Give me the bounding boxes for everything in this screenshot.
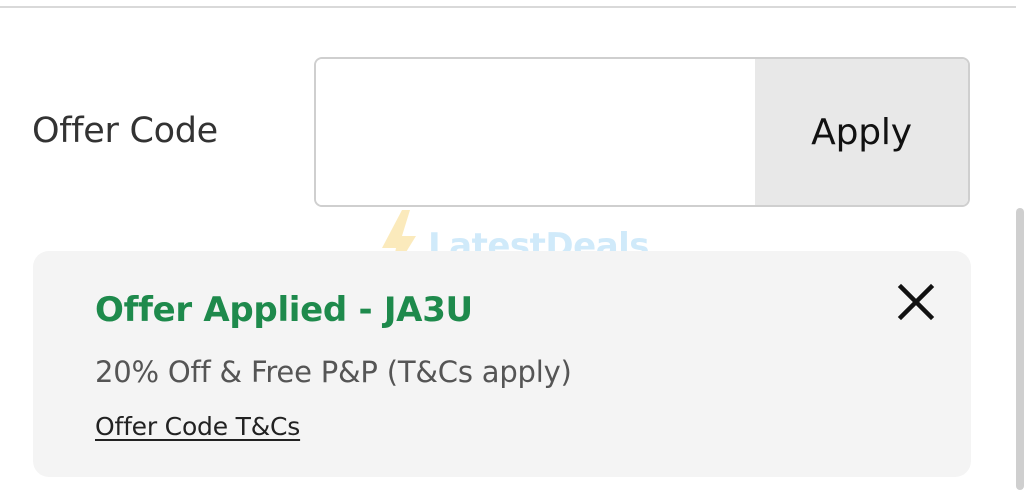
offer-code-input[interactable]: [316, 59, 755, 205]
offer-code-form: Apply: [314, 57, 970, 207]
offer-applied-panel: Offer Applied - JA3U 20% Off & Free P&P …: [33, 251, 971, 477]
apply-button[interactable]: Apply: [755, 59, 968, 205]
offer-applied-title: Offer Applied - JA3U: [95, 290, 473, 330]
checkout-offer-section: Offer Code Apply LatestDeals .co.uk Offe…: [0, 0, 1024, 490]
page-scrollbar[interactable]: [1016, 0, 1024, 490]
offer-code-label: Offer Code: [32, 111, 218, 151]
remove-offer-button[interactable]: [893, 279, 939, 325]
offer-description: 20% Off & Free P&P (T&Cs apply): [95, 355, 572, 389]
close-icon: [897, 283, 935, 321]
offer-code-terms-link[interactable]: Offer Code T&Cs: [95, 411, 300, 443]
top-divider: [0, 0, 1016, 8]
scrollbar-thumb[interactable]: [1016, 208, 1024, 490]
